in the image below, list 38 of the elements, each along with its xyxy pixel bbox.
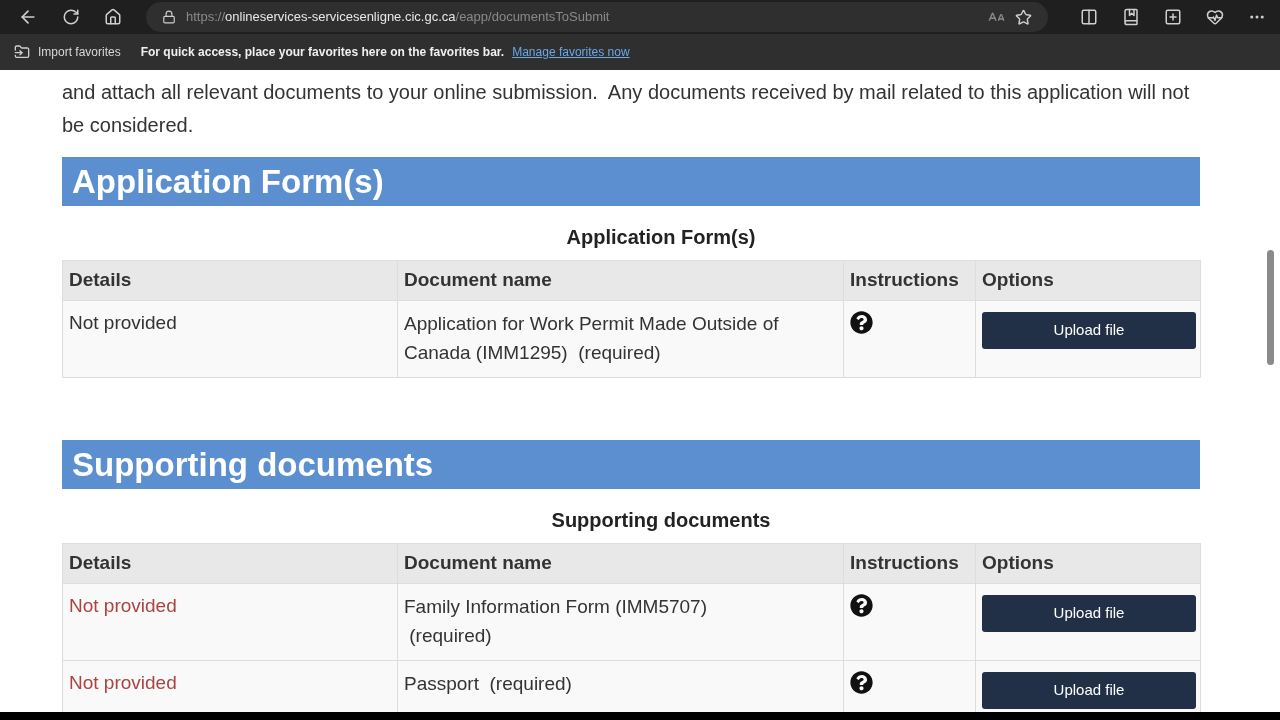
column-header: Details — [62, 260, 398, 301]
plus-square-icon[interactable] — [1164, 8, 1182, 26]
column-header: Options — [975, 260, 1201, 301]
column-header: Options — [975, 543, 1201, 584]
section-heading: Application Form(s) — [72, 161, 384, 202]
import-favorites-button[interactable]: Import favorites — [38, 43, 121, 61]
table-cell: Not provided — [62, 300, 398, 378]
favorites-bar-message: For quick access, place your favorites here on the favorites bar. — [140, 44, 505, 61]
manage-favorites-link[interactable]: Manage favorites now — [512, 43, 630, 61]
column-header: Document name — [397, 260, 844, 301]
column-header: Document name — [397, 543, 844, 584]
table-caption: Supporting documents — [550, 508, 772, 533]
table-cell: Family Information Form (IMM5707) (required) — [397, 583, 844, 661]
help-icon[interactable] — [850, 311, 873, 334]
help-icon[interactable] — [850, 671, 873, 694]
intro-paragraph: and attach all relevant documents to your online submission. Any documents received by mail related to this application will not be considered. — [62, 80, 1191, 138]
lock-icon — [162, 10, 176, 24]
upload-file-button[interactable]: Upload file — [982, 672, 1196, 709]
column-header: Instructions — [843, 543, 976, 584]
column-header: Instructions — [843, 260, 976, 301]
upload-file-button[interactable]: Upload file — [982, 312, 1196, 349]
section-heading: Supporting documents — [72, 444, 434, 485]
home-icon[interactable] — [104, 8, 122, 26]
bookmark-icon[interactable] — [1122, 8, 1140, 26]
table-cell: Not provided — [62, 660, 398, 712]
column-header: Details — [62, 543, 398, 584]
folder-import-icon[interactable] — [14, 44, 30, 60]
star-icon[interactable] — [1015, 8, 1032, 26]
upload-file-button[interactable]: Upload file — [982, 595, 1196, 632]
table-cell: Application for Work Permit Made Outside of Canada (IMM1295) (required) — [397, 300, 844, 378]
heart-pulse-icon[interactable] — [1206, 8, 1224, 26]
refresh-icon[interactable] — [62, 8, 80, 26]
url-text: https://onlineservices-servicesenligne.cic.gc.ca/eapp/documentsToSubmit — [186, 8, 610, 27]
table-caption: Application Form(s) — [565, 225, 757, 250]
help-icon[interactable] — [850, 594, 873, 617]
split-screen-icon[interactable] — [1080, 8, 1098, 26]
address-bar[interactable]: https://onlineservices-servicesenligne.cic.gc.ca/eapp/documentsToSubmit — [146, 2, 1048, 32]
table-cell: Not provided — [62, 583, 398, 661]
